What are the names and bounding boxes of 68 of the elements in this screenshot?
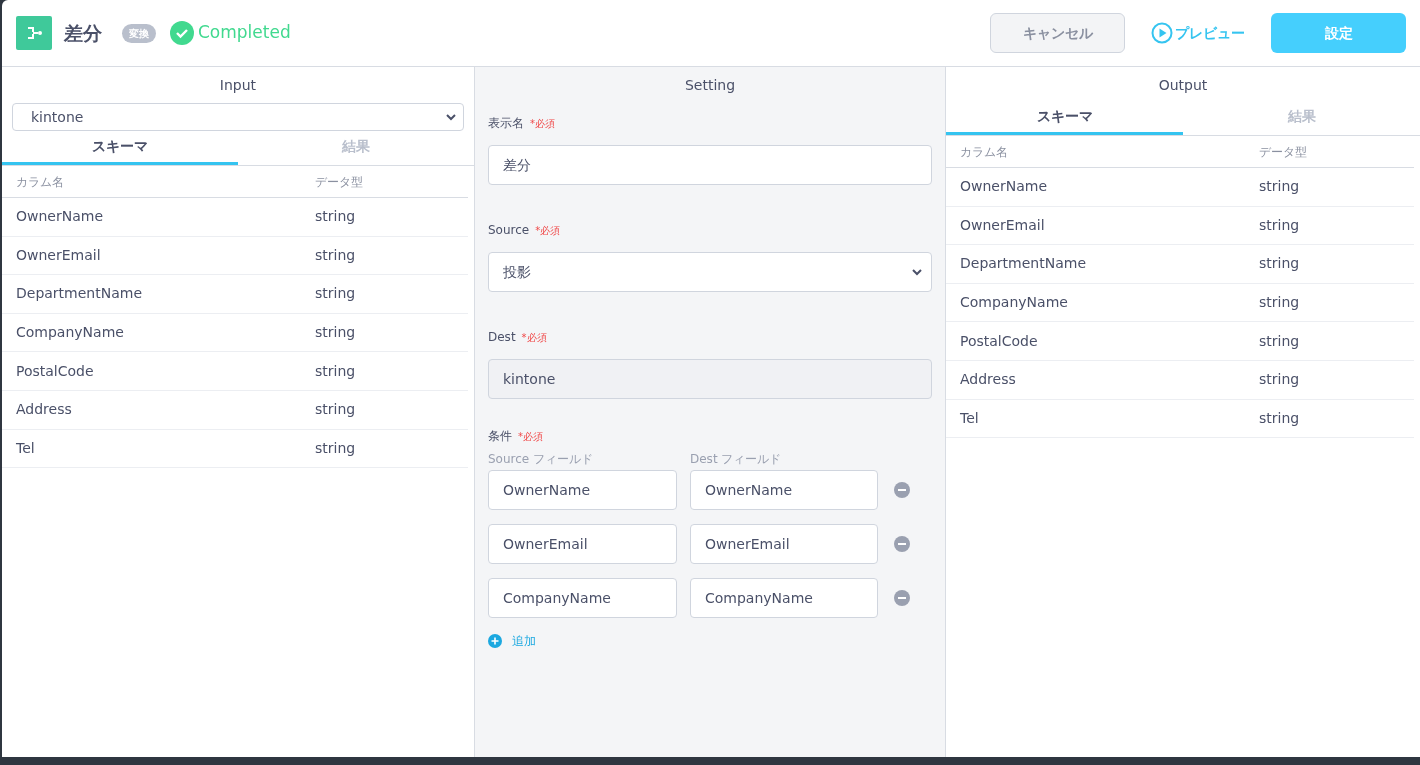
field-label: Source [488, 222, 530, 239]
input-field[interactable]: CompanyName [488, 578, 677, 618]
table-cell-text: string [1259, 177, 1300, 197]
table-cell-text: string [1259, 370, 1300, 390]
table-cell-text: string [1259, 331, 1300, 351]
table-cell-text: Tel [15, 438, 36, 458]
column-header: データ型 [315, 173, 363, 191]
node-title: 差分 [64, 20, 102, 46]
select-field[interactable]: 投影 [488, 252, 932, 292]
table-cell-text: OwnerName [959, 177, 1048, 197]
input-field[interactable]: 差分 [488, 145, 932, 185]
remove-button[interactable] [894, 590, 910, 606]
table-cell-text: Tel [959, 408, 980, 428]
table-cell-text: string [315, 361, 356, 381]
table-cell-text: string [315, 245, 356, 265]
input-field[interactable]: OwnerEmail [690, 524, 878, 564]
required-mark: *必須 [530, 116, 555, 131]
table-cell-text: string [315, 400, 356, 420]
table-cell-text: OwnerEmail [959, 215, 1046, 235]
table-cell-text: Address [959, 370, 1017, 390]
table-cell-text: string [315, 323, 356, 343]
input-field[interactable]: OwnerName [488, 470, 677, 510]
column-header: カラム名 [959, 143, 1009, 161]
column-header: Dest フィールド [690, 451, 782, 468]
check-circle-icon [170, 21, 194, 45]
status-text: Completed [198, 21, 291, 45]
input-field[interactable]: OwnerName [690, 470, 878, 510]
remove-button[interactable] [894, 536, 910, 552]
remove-button[interactable] [894, 482, 910, 498]
tab[interactable]: スキーマ [2, 131, 238, 165]
table-cell-text: CompanyName [15, 323, 125, 343]
chevron-down-icon [445, 113, 457, 121]
table-cell-text: string [1259, 215, 1300, 235]
category-badge: 変換 [122, 23, 156, 43]
table-cell-text: string [1259, 254, 1300, 274]
required-mark: *必須 [521, 330, 547, 345]
field-label: Dest [488, 329, 516, 346]
table-cell-text: string [315, 438, 356, 458]
panel-title: Setting [683, 76, 737, 95]
required-mark: *必須 [518, 429, 543, 444]
chevron-down-icon [911, 268, 923, 276]
tab[interactable]: スキーマ [946, 101, 1183, 135]
table-cell-text: PostalCode [15, 361, 95, 381]
node-icon [16, 16, 52, 50]
table-cell-text: string [315, 284, 356, 304]
table-cell-text: OwnerName [15, 207, 104, 227]
field-label: 条件 [488, 428, 512, 445]
table-cell-text: Address [15, 400, 73, 420]
field-label: 表示名 [488, 115, 524, 132]
input-field[interactable]: CompanyName [690, 578, 878, 618]
table-cell-text: DepartmentName [959, 254, 1088, 274]
table-cell-text: OwnerEmail [15, 245, 102, 265]
table-cell-text: PostalCode [959, 331, 1039, 351]
input-field[interactable]: OwnerEmail [488, 524, 677, 564]
column-header: Source フィールド [488, 451, 595, 468]
panel-title: Input [218, 76, 258, 95]
source-dropdown[interactable]: kintone [12, 103, 464, 131]
play-icon [1151, 22, 1173, 44]
table-cell-text: CompanyName [959, 293, 1069, 313]
panel-title: Output [1157, 76, 1209, 95]
column-header: データ型 [1259, 143, 1307, 161]
column-header: カラム名 [15, 173, 65, 191]
table-cell-text: string [1259, 293, 1300, 313]
table-cell-text: DepartmentName [15, 284, 144, 304]
table-cell-text: string [315, 207, 356, 227]
required-mark: *必須 [535, 223, 561, 238]
plus-circle-icon [488, 634, 502, 648]
table-cell-text: string [1259, 408, 1300, 428]
